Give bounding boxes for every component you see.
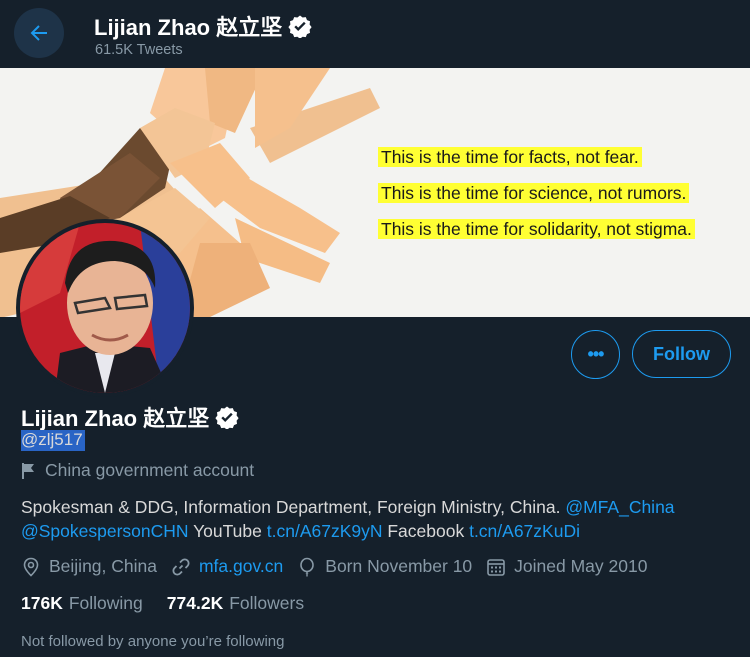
verified-badge-icon bbox=[215, 406, 239, 429]
banner-line: This is the time for solidarity, not sti… bbox=[378, 216, 695, 242]
bio-text: YouTube bbox=[188, 521, 267, 541]
profile-meta: Beijing, China mfa.gov.cn Born November … bbox=[21, 556, 661, 577]
url-link[interactable]: t.cn/A67zKuDi bbox=[469, 521, 580, 541]
bio-text: Spokesman & DDG, Information Department,… bbox=[21, 497, 566, 517]
follow-stats: 176K Following 774.2K Followers bbox=[21, 593, 304, 614]
display-name: Lijian Zhao 赵立坚 bbox=[21, 406, 210, 431]
mention-link[interactable]: @MFA_China bbox=[565, 497, 674, 517]
tweet-count: 61.5K Tweets bbox=[95, 42, 183, 58]
more-options-button[interactable]: ••• bbox=[571, 330, 620, 379]
mention-link[interactable]: @SpokespersonCHN bbox=[21, 521, 189, 541]
website-link[interactable]: mfa.gov.cn bbox=[199, 556, 283, 577]
avatar-photo bbox=[20, 223, 190, 393]
top-bar: Lijian Zhao 赵立坚 61.5K Tweets bbox=[0, 0, 750, 68]
birthday-text: Born November 10 bbox=[325, 556, 473, 576]
calendar-icon bbox=[487, 558, 505, 576]
url-link[interactable]: t.cn/A67zK9yN bbox=[267, 521, 383, 541]
arrow-left-icon bbox=[30, 25, 47, 41]
following-label: Following bbox=[68, 593, 143, 613]
follow-button[interactable]: Follow bbox=[632, 330, 731, 378]
more-dots-icon: ••• bbox=[587, 344, 605, 364]
followers-count: 774.2K bbox=[166, 593, 224, 613]
header-name: Lijian Zhao 赵立坚 bbox=[94, 15, 283, 40]
government-label-text: China government account bbox=[45, 460, 255, 480]
government-label[interactable]: China government account bbox=[21, 460, 254, 481]
following-count: 176K bbox=[21, 593, 63, 613]
verified-badge-icon bbox=[288, 15, 312, 38]
avatar-portrait-icon bbox=[20, 223, 190, 393]
location-pin-icon bbox=[23, 557, 39, 577]
joined-date: Joined May 2010 bbox=[486, 556, 647, 577]
location: Beijing, China bbox=[21, 556, 157, 577]
profile-name: Lijian Zhao 赵立坚 bbox=[21, 401, 239, 433]
banner-line: This is the time for facts, not fear. bbox=[378, 144, 695, 170]
joined-text: Joined May 2010 bbox=[514, 556, 648, 576]
profile-handle: @zlj517 bbox=[21, 430, 85, 451]
following-link[interactable]: 176K Following bbox=[21, 593, 143, 614]
followers-link[interactable]: 774.2K Followers bbox=[167, 593, 304, 614]
header-title: Lijian Zhao 赵立坚 bbox=[94, 10, 312, 42]
avatar[interactable] bbox=[16, 219, 194, 397]
location-text: Beijing, China bbox=[49, 556, 157, 576]
balloon-icon bbox=[300, 557, 315, 576]
birthday: Born November 10 bbox=[297, 556, 472, 577]
back-button[interactable] bbox=[14, 8, 64, 58]
website[interactable]: mfa.gov.cn bbox=[171, 556, 283, 577]
link-icon bbox=[172, 557, 190, 576]
profile-bio: Spokesman & DDG, Information Department,… bbox=[21, 495, 736, 543]
banner-text: This is the time for facts, not fear. Th… bbox=[378, 144, 695, 252]
banner-line: This is the time for science, not rumors… bbox=[378, 180, 695, 206]
not-followed-notice: Not followed by anyone you’re following bbox=[21, 633, 285, 650]
flag-icon bbox=[22, 462, 34, 479]
followers-label: Followers bbox=[229, 593, 305, 613]
bio-text: Facebook bbox=[382, 521, 470, 541]
